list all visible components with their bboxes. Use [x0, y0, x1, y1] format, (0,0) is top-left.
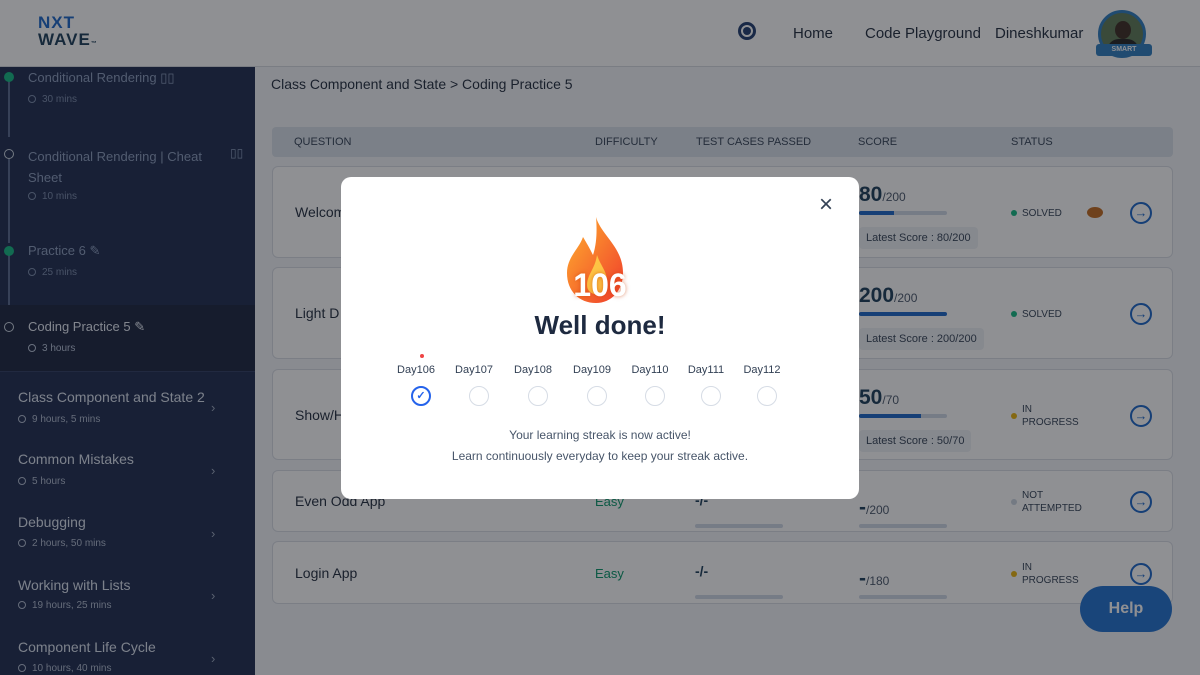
streak-count: 106	[573, 267, 627, 303]
day-empty-circle	[587, 386, 607, 406]
streak-message: Your learning streak is now active!	[509, 428, 691, 442]
day-label: Day109	[573, 364, 611, 376]
streak-hint: Learn continuously everyday to keep your…	[451, 449, 749, 463]
day-empty-circle	[757, 386, 777, 406]
day-label: Day112	[743, 364, 781, 376]
day-empty-circle	[469, 386, 489, 406]
day-checked-icon: ✓	[411, 386, 431, 406]
day-label: Day107	[455, 364, 493, 376]
day-empty-circle	[701, 386, 721, 406]
day-empty-circle	[528, 386, 548, 406]
today-dot	[420, 354, 424, 358]
close-icon[interactable]: ×	[819, 193, 833, 217]
day-label: Day111	[687, 364, 725, 376]
day-label: Day110	[631, 364, 669, 376]
streak-modal: × 106 Well done! Day106 ✓ Day107 Day108 Day1…	[341, 177, 859, 499]
modal-title: Well done!	[534, 310, 666, 340]
day-label: Day106	[397, 364, 435, 376]
day-empty-circle	[645, 386, 665, 406]
day-label: Day108	[514, 364, 552, 376]
